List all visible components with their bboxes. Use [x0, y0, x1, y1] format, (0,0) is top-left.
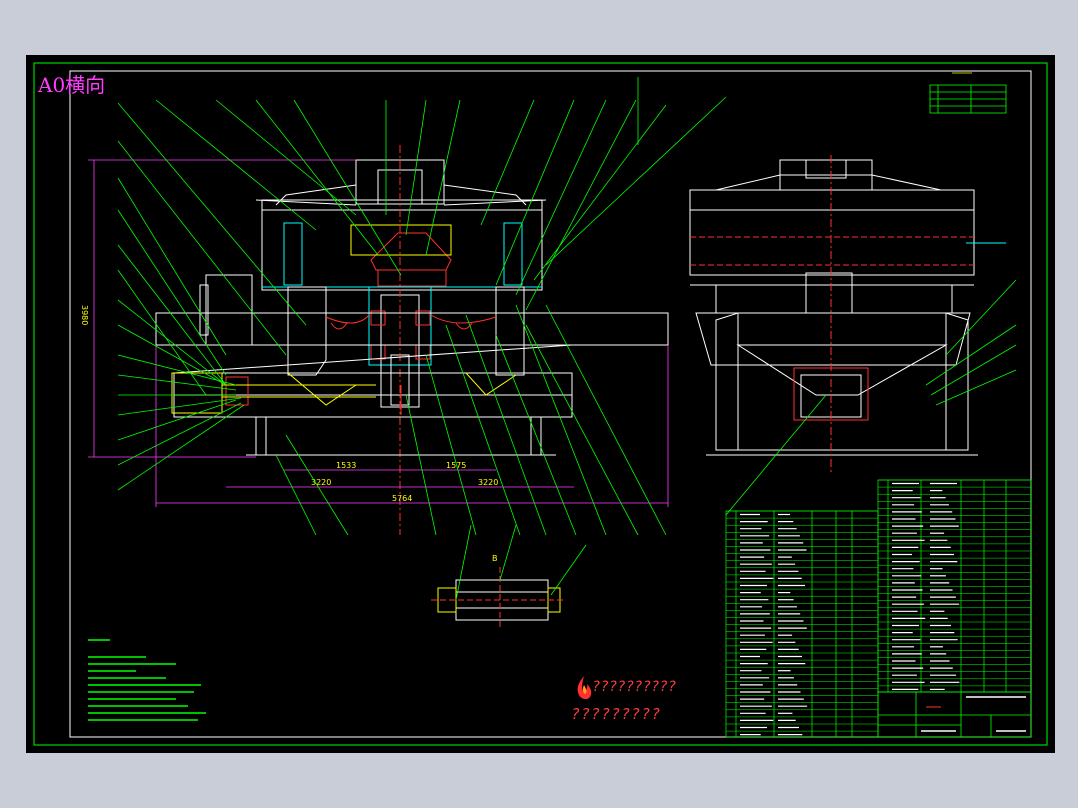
technical-notes — [88, 639, 206, 721]
flame-logo-icon — [577, 676, 592, 700]
drawing-sheet: 3980 1533 1575 3220 3220 5764 B A0横向 ???… — [26, 55, 1055, 753]
dim-1: 1533 — [336, 461, 356, 470]
sheet-size-label: A0横向 — [38, 73, 106, 97]
title-block — [877, 691, 1032, 738]
logo-subtitle: ????????? — [571, 705, 662, 723]
side-view — [689, 155, 1006, 475]
outer-border — [33, 62, 1048, 746]
dim-4: 3220 — [478, 478, 498, 487]
inner-border — [69, 70, 1032, 738]
parts-list-rows — [726, 479, 1031, 732]
dim-3: 3220 — [311, 478, 331, 487]
dim-5: 5764 — [392, 494, 412, 503]
detail-view — [431, 567, 566, 630]
parts-list-left — [725, 510, 879, 738]
leader-lines — [117, 77, 727, 536]
dim-height-main: 3980 — [80, 305, 89, 325]
front-section-view — [155, 145, 669, 535]
logo-text: ?????????? — [592, 679, 677, 695]
cad-drawing: 3980 1533 1575 3220 3220 5764 B — [33, 62, 1048, 746]
parts-list-row-text — [740, 482, 960, 736]
spec-table — [929, 72, 1007, 114]
detail-label: B — [492, 554, 498, 563]
